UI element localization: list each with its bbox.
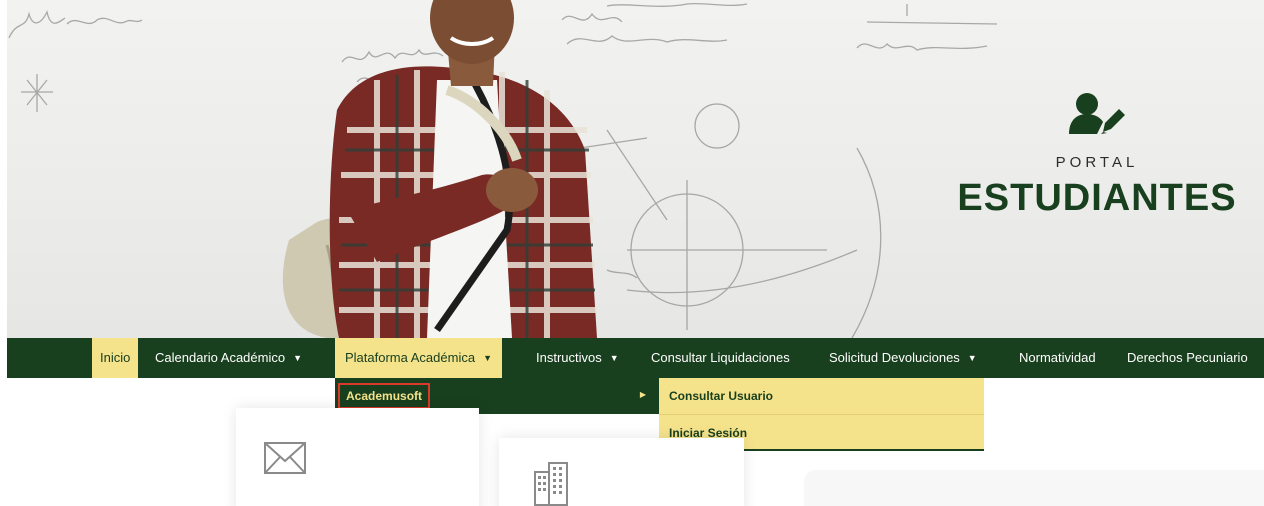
nav-item-label: Solicitud Devoluciones — [829, 350, 960, 365]
page-title: ESTUDIANTES — [957, 177, 1237, 219]
submenu-item-consultar-usuario[interactable]: Consultar Usuario — [659, 378, 984, 414]
caret-down-icon: ▼ — [483, 353, 492, 363]
portal-label: PORTAL — [1055, 154, 1139, 171]
student-photo — [282, 0, 597, 338]
main-navigation: Inicio Calendario Académico ▼ Plataforma … — [7, 338, 1264, 378]
nav-item-label: Normatividad — [1019, 350, 1096, 365]
nav-item-label: Instructivos — [536, 350, 602, 365]
nav-item-derechos-pecuniarios[interactable]: Derechos Pecuniario — [1127, 338, 1248, 378]
nav-item-solicitud-devoluciones[interactable]: Solicitud Devoluciones ▼ — [829, 338, 977, 378]
nav-item-calendario-academico[interactable]: Calendario Académico ▼ — [155, 338, 302, 378]
nav-item-inicio[interactable]: Inicio — [92, 338, 139, 378]
nav-item-label: Calendario Académico — [155, 350, 286, 365]
portal-title-block: PORTAL ESTUDIANTES — [947, 92, 1247, 220]
caret-down-icon: ▼ — [609, 353, 619, 363]
mail-icon — [264, 442, 306, 474]
user-edit-icon — [1069, 93, 1125, 134]
campus-card[interactable] — [499, 438, 744, 506]
submenu-item-academusoft[interactable]: Academusoft — [338, 383, 431, 409]
caret-down-icon: ▼ — [293, 353, 302, 363]
caret-right-icon: ▶ — [639, 390, 646, 399]
nav-item-label: Derechos Pecuniario — [1127, 350, 1248, 365]
nav-item-instructivos[interactable]: Instructivos ▼ — [536, 338, 619, 378]
nav-item-consultar-liquidaciones[interactable]: Consultar Liquidaciones — [651, 338, 790, 378]
nav-item-label: Consultar Liquidaciones — [651, 350, 790, 365]
nav-item-label: Inicio — [100, 350, 131, 365]
building-icon — [534, 462, 568, 506]
nav-item-normatividad[interactable]: Normatividad — [1019, 338, 1096, 378]
nav-item-plataforma-academica[interactable]: Plataforma Académica ▼ — [335, 338, 502, 378]
caret-down-icon: ▼ — [967, 353, 977, 363]
nav-item-label: Plataforma Académica — [345, 350, 476, 365]
hero-banner: PORTAL ESTUDIANTES — [7, 0, 1264, 338]
info-panel — [804, 470, 1264, 506]
contact-card[interactable] — [236, 408, 479, 506]
